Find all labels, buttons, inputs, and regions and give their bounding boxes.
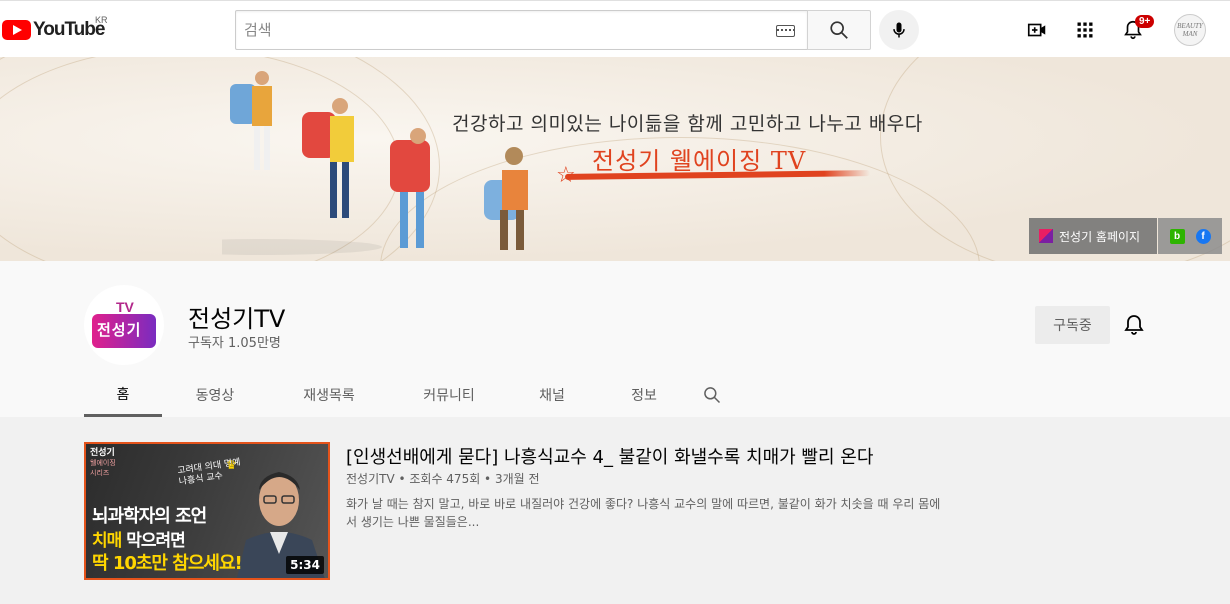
create-video-button[interactable] xyxy=(1025,18,1049,42)
region-label: KR xyxy=(95,15,108,25)
video-add-icon xyxy=(1027,23,1046,37)
search-icon xyxy=(704,387,721,404)
thumbnail-headline-2-rest: 막으려면 xyxy=(121,531,186,551)
tab-home[interactable]: 홈 xyxy=(84,373,162,417)
homepage-logo-icon xyxy=(1039,229,1053,243)
channel-logo-text: 전성기 xyxy=(97,321,142,339)
search-box xyxy=(235,10,808,50)
tab-videos[interactable]: 동영상 xyxy=(162,373,268,417)
youtube-logo[interactable]: YouTube xyxy=(2,19,105,41)
thumbnail-corner-label: 전성기 웰에이징 시리즈 xyxy=(90,448,120,478)
channel-logo-tv: TV xyxy=(116,299,134,315)
microphone-icon xyxy=(893,22,905,38)
banner-links: 전성기 홈페이지 b f xyxy=(1029,218,1222,254)
video-duration: 5:34 xyxy=(286,556,324,574)
account-avatar[interactable]: BEAUTY MAN xyxy=(1174,14,1206,46)
logo-text: YouTube xyxy=(33,19,105,40)
subscribed-button[interactable]: 구독중 xyxy=(1035,306,1110,344)
thumbnail-headline-1: 뇌과학자의 조언 xyxy=(92,506,207,527)
thumbnail-corner-sub: 웰에이징 시리즈 xyxy=(90,459,116,477)
video-description: 화가 날 때는 참지 말고, 바로 바로 내질러야 건강에 좋다? 나흥식 교수… xyxy=(346,497,941,529)
tab-community[interactable]: 커뮤니티 xyxy=(390,373,508,417)
hiker-figurines xyxy=(222,71,528,255)
video-meta: 전성기TV • 조회수 475회 • 3개월 전 xyxy=(346,472,540,486)
notification-badge: 9+ xyxy=(1135,15,1155,28)
channel-header: TV 전성기 전성기TV 구독자 1.05만명 구독중 홈 동영상 재생목록 커… xyxy=(0,269,1230,417)
top-bar: YouTube KR 9+ BEAUTY MAN xyxy=(0,0,1230,57)
homepage-link-label: 전성기 홈페이지 xyxy=(1059,229,1141,244)
homepage-link[interactable]: 전성기 홈페이지 xyxy=(1029,218,1157,254)
channel-tabs: 홈 동영상 재생목록 커뮤니티 채널 정보 xyxy=(84,373,732,417)
keyboard-icon[interactable] xyxy=(776,25,795,37)
search-input[interactable] xyxy=(244,12,764,48)
video-title[interactable]: [인생선배에게 묻다] 나흥식교수 4_ 불같이 화낼수록 치매가 빨리 온다 xyxy=(346,443,873,469)
tab-playlists[interactable]: 재생목록 xyxy=(268,373,390,417)
thumbnail-headline-3: 딱 10초만 참으세요! xyxy=(92,553,243,574)
thumbnail-corner-title: 전성기 xyxy=(90,448,115,458)
bell-icon xyxy=(1124,315,1144,335)
thumbnail-headline-2: 치매 막으려면 xyxy=(92,526,186,551)
thumbnail-headline-2-highlight: 치매 xyxy=(92,531,122,551)
notification-bell-button[interactable] xyxy=(1122,313,1146,337)
subscriber-count: 구독자 1.05만명 xyxy=(188,336,281,351)
apps-grid-icon xyxy=(1077,22,1093,38)
featured-video-section: 전성기 웰에이징 시리즈 고려대 의대 명예 나흥식 교수 ♛ 뇌과학자의 조언… xyxy=(0,417,1230,604)
crown-icon: ♛ xyxy=(226,458,237,472)
facebook-icon[interactable]: f xyxy=(1195,228,1211,244)
apps-button[interactable] xyxy=(1073,18,1097,42)
star-icon: ☆ xyxy=(556,163,576,188)
naver-band-icon[interactable]: b xyxy=(1169,228,1185,244)
video-thumbnail[interactable]: 전성기 웰에이징 시리즈 고려대 의대 명예 나흥식 교수 ♛ 뇌과학자의 조언… xyxy=(84,442,330,580)
search-button[interactable] xyxy=(807,10,871,50)
tab-about[interactable]: 정보 xyxy=(596,373,692,417)
tab-search-button[interactable] xyxy=(692,373,732,417)
youtube-play-icon xyxy=(2,20,31,40)
channel-avatar[interactable]: TV 전성기 xyxy=(84,285,164,365)
channel-logo: TV 전성기 xyxy=(90,299,158,348)
banner-subtitle: 건강하고 의미있는 나이듦을 함께 고민하고 나누고 배우다 xyxy=(452,113,923,135)
channel-name: 전성기TV xyxy=(188,305,286,333)
voice-search-button[interactable] xyxy=(879,10,919,50)
tab-channels[interactable]: 채널 xyxy=(508,373,596,417)
social-links: b f xyxy=(1158,218,1222,254)
search-icon xyxy=(830,21,848,39)
